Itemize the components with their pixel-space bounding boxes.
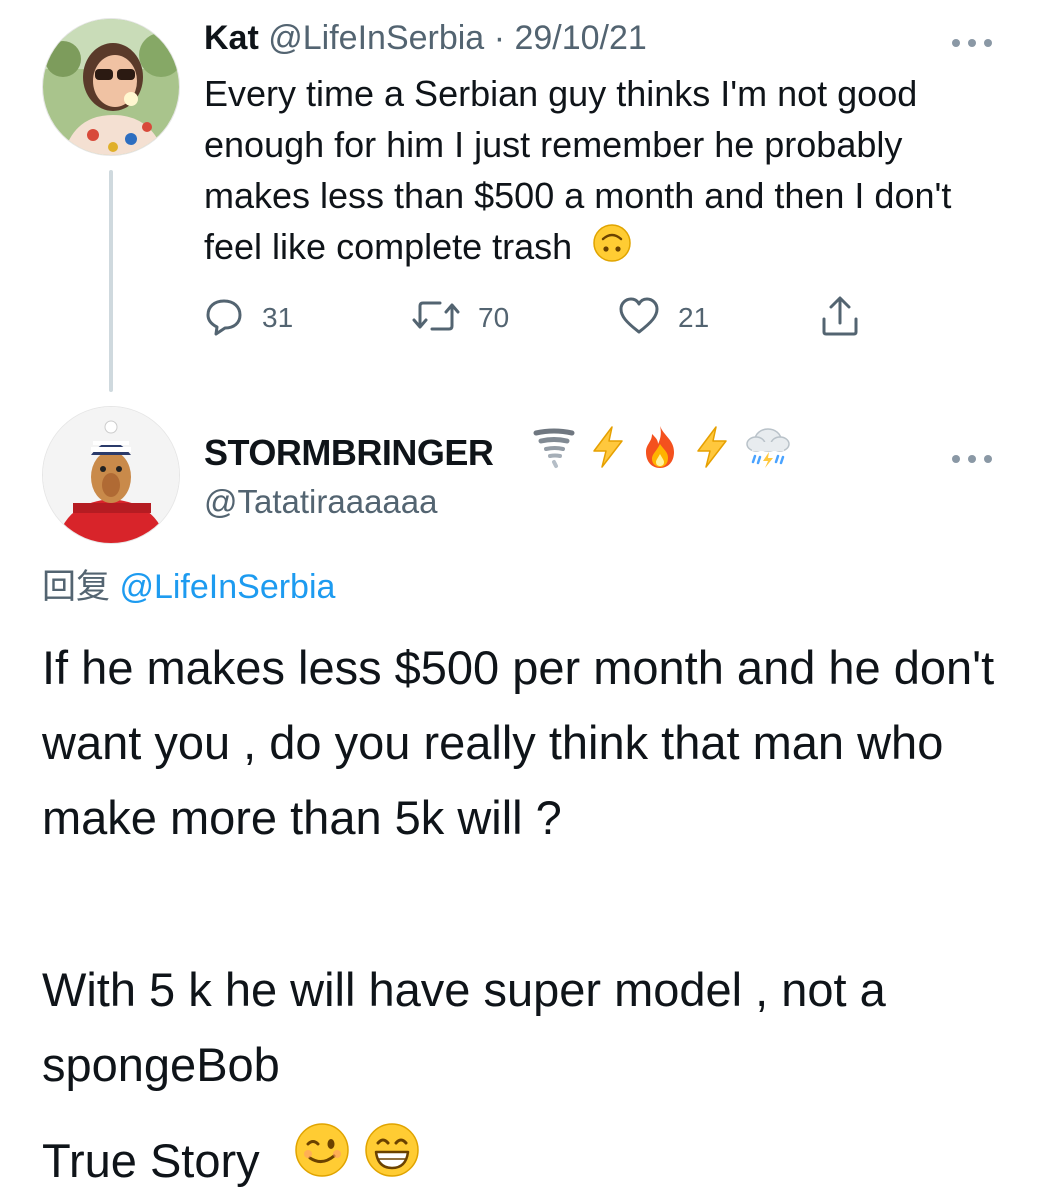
tweet2-more-icon[interactable] xyxy=(950,446,994,466)
retweet-icon xyxy=(412,296,460,341)
high-voltage-icon xyxy=(588,425,628,474)
tweet2-paragraph-2: With 5 k he will have super model , not … xyxy=(42,963,886,1091)
high-voltage-icon xyxy=(692,425,732,474)
avatar-stormbringer-image xyxy=(43,407,179,543)
share-icon xyxy=(820,295,860,342)
share-button[interactable] xyxy=(820,296,860,340)
tweet1-display-name[interactable]: Kat xyxy=(204,19,259,57)
tweet1-separator: · xyxy=(493,19,506,57)
tweet2-name-emojis xyxy=(532,424,792,475)
tornado-icon xyxy=(532,425,576,474)
tweet1-text-content: Every time a Serbian guy thinks I'm not … xyxy=(204,73,952,267)
tweet2-paragraph-1: If he makes less $500 per month and he d… xyxy=(42,641,995,844)
tweet1-header: Kat @LifeInSerbia · 29/10/21 xyxy=(204,18,647,58)
grinning-face-icon xyxy=(364,1122,420,1199)
tweet2-paragraph-3: True Story xyxy=(42,1122,1022,1199)
tweet2-display-name[interactable]: STORMBRINGER xyxy=(204,432,494,474)
heart-icon xyxy=(618,296,660,341)
tweet1-text: Every time a Serbian guy thinks I'm not … xyxy=(204,68,1004,276)
fire-icon xyxy=(640,424,680,475)
replying-to-line: 回复 @LifeInSerbia xyxy=(42,566,335,608)
like-button[interactable]: 21 xyxy=(618,296,709,340)
reply-count: 31 xyxy=(262,302,294,333)
thread-connector-line xyxy=(109,170,113,392)
avatar-stormbringer[interactable] xyxy=(42,406,180,544)
reply-icon xyxy=(204,296,244,341)
tweet1-more-icon[interactable] xyxy=(950,30,994,50)
tweet2-handle[interactable]: @Tatatiraaaaaa xyxy=(204,482,437,522)
reply-button[interactable]: 31 xyxy=(204,296,293,340)
avatar-kat-image xyxy=(43,19,179,155)
tweet2-paragraph-3-text: True Story xyxy=(42,1134,260,1187)
avatar-kat[interactable] xyxy=(42,18,180,156)
winking-face-icon xyxy=(294,1122,350,1199)
tweet1-date[interactable]: 29/10/21 xyxy=(514,19,646,57)
reply-prefix: 回复 xyxy=(42,568,110,606)
retweet-count: 70 xyxy=(478,302,510,333)
like-count: 21 xyxy=(678,302,710,333)
upside-down-face-icon xyxy=(592,223,632,276)
tweet1-handle[interactable]: @LifeInSerbia xyxy=(268,19,484,57)
reply-mention-link[interactable]: @LifeInSerbia xyxy=(119,568,335,606)
retweet-button[interactable]: 70 xyxy=(412,296,509,340)
cloud-with-lightning-and-rain-icon xyxy=(744,424,792,475)
